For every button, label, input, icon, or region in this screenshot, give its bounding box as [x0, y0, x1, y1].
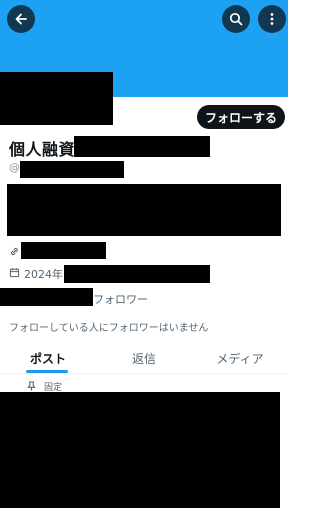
profile-name: 個人融資: [9, 140, 76, 159]
profile-bio-redacted: [7, 184, 281, 236]
profile-handle-redacted: [20, 161, 124, 178]
active-tab-indicator: [26, 370, 68, 373]
avatar-redacted[interactable]: [0, 72, 113, 125]
pinned-post-redacted[interactable]: [0, 392, 280, 508]
search-icon: [229, 12, 243, 26]
search-button[interactable]: [222, 5, 250, 33]
joined-date-prefix: 2024年: [24, 268, 63, 281]
follow-button[interactable]: フォローする: [197, 105, 285, 129]
more-options-button[interactable]: [258, 5, 286, 33]
link-icon: [11, 247, 18, 256]
profile-handle-prefix: @: [9, 161, 20, 174]
tab-replies[interactable]: 返信: [96, 342, 192, 374]
follow-counts-redacted[interactable]: [0, 288, 93, 306]
pin-icon: [27, 381, 36, 391]
calendar-icon: [9, 268, 20, 278]
joined-date-redacted: [64, 265, 210, 283]
mutual-followers-note: フォローしている人にフォロワーはいません: [9, 323, 209, 334]
back-button[interactable]: [7, 5, 35, 33]
followers-label[interactable]: フォロワー: [93, 291, 148, 307]
profile-name-redacted: [74, 136, 210, 157]
arrow-left-icon: [15, 13, 27, 25]
profile-website-redacted[interactable]: [21, 242, 106, 259]
follow-button-label: フォローする: [204, 110, 277, 125]
more-vertical-icon: [270, 13, 274, 25]
tab-media[interactable]: メディア: [192, 342, 288, 374]
